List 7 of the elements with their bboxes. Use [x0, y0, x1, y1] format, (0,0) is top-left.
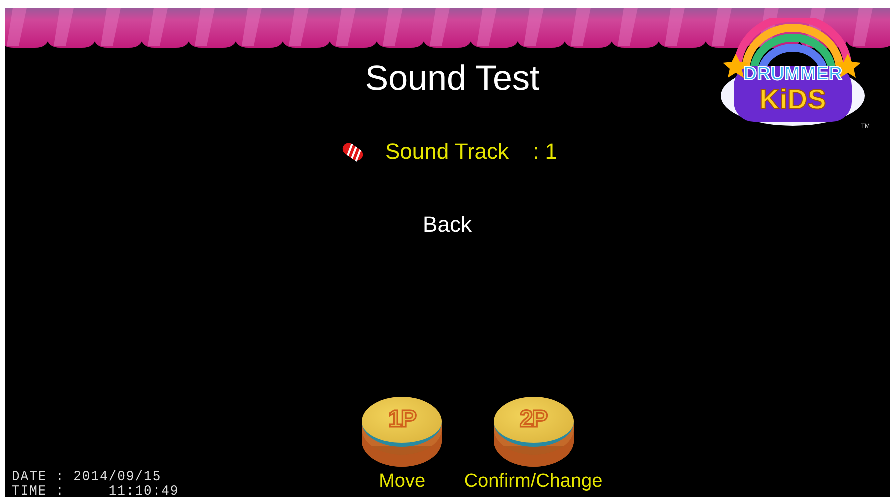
menu-item[interactable]: Sound Track : 1: [338, 137, 558, 167]
time-text: TIME : 11:10:49: [12, 484, 180, 497]
control-caption: Confirm/Change: [464, 471, 603, 493]
control-caption: Move: [379, 471, 426, 493]
date-text: DATE : 2014/09/15: [12, 470, 163, 484]
screen-title: Sound Test: [365, 59, 540, 99]
menu-item[interactable]: Back: [423, 210, 472, 240]
